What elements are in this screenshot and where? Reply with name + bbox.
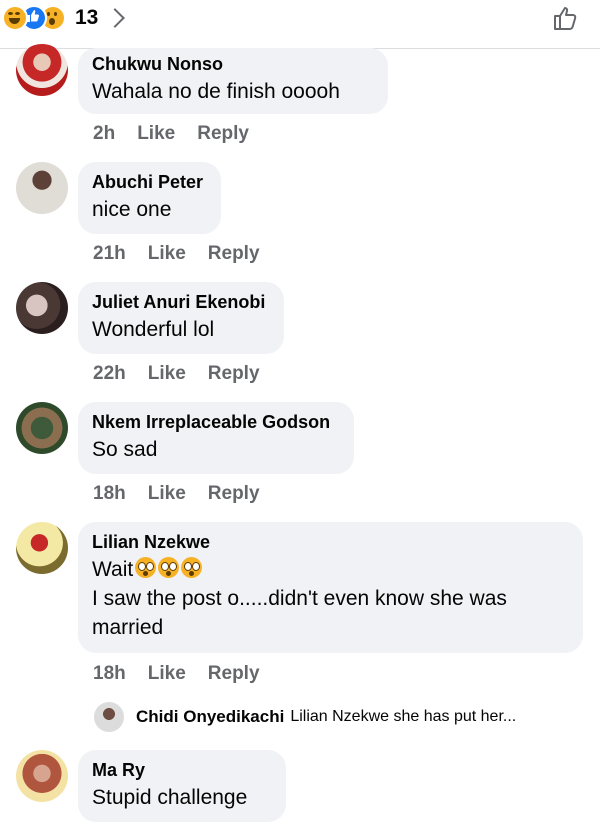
comment-text: Wait <box>92 555 567 584</box>
chevron-right-icon <box>105 8 126 28</box>
like-button[interactable]: Like <box>148 483 186 505</box>
comment-text: I saw the post o.....didn't even know sh… <box>92 587 507 639</box>
like-button[interactable]: Like <box>137 123 175 145</box>
comment-text: Wahala no de finish ooooh <box>92 80 340 103</box>
avatar[interactable] <box>16 750 68 802</box>
avatar[interactable] <box>16 522 68 574</box>
comment-bubble: Chukwu Nonso Wahala no de finish ooooh <box>78 48 388 114</box>
avatar[interactable] <box>16 162 68 214</box>
reply-author[interactable]: Chidi Onyedikachi <box>136 707 284 727</box>
comment-time[interactable]: 18h <box>93 483 126 505</box>
flushed-emoji-icon <box>135 557 157 578</box>
comment-bubble: Lilian Nzekwe Wait I saw the post o.....… <box>78 522 583 653</box>
haha-icon <box>2 5 28 31</box>
comment-actions: 21h Like Reply <box>93 243 260 265</box>
reply-button[interactable]: Reply <box>208 243 260 265</box>
comment-time[interactable]: 18h <box>93 663 126 685</box>
avatar[interactable] <box>16 44 68 96</box>
comment-actions: 18h Like Reply <box>93 483 260 505</box>
reply-button[interactable]: Reply <box>208 663 260 685</box>
reply-button[interactable]: Reply <box>208 483 260 505</box>
comment-bubble: Ma Ry Stupid challenge <box>78 750 286 822</box>
comment-text: Wonderful lol <box>92 318 215 341</box>
reply-button[interactable]: Reply <box>197 123 249 145</box>
avatar[interactable] <box>16 282 68 334</box>
reply-button[interactable]: Reply <box>208 363 260 385</box>
comment-actions: 18h Like Reply <box>93 663 260 685</box>
reaction-summary[interactable]: 13 <box>2 5 126 31</box>
reply-text: Lilian Nzekwe she has put her... <box>290 708 517 725</box>
reply-preview[interactable]: Chidi Onyedikachi Lilian Nzekwe she has … <box>94 702 594 732</box>
comment-bubble: Abuchi Peter nice one <box>78 162 221 234</box>
flushed-emoji-icon <box>181 557 203 578</box>
reactions-bar: 13 <box>0 0 600 49</box>
comment-time[interactable]: 21h <box>93 243 126 265</box>
comment-author[interactable]: Ma Ry <box>92 759 270 781</box>
comment-author[interactable]: Lilian Nzekwe <box>92 531 567 553</box>
comment-author[interactable]: Abuchi Peter <box>92 171 205 193</box>
comment-author[interactable]: Nkem Irreplaceable Godson <box>92 411 338 433</box>
comment-text: nice one <box>92 198 172 221</box>
comment-author[interactable]: Juliet Anuri Ekenobi <box>92 291 268 313</box>
like-button[interactable]: Like <box>148 663 186 685</box>
reaction-count: 13 <box>75 6 99 29</box>
avatar <box>94 702 124 732</box>
flushed-emoji-icon <box>158 557 180 578</box>
comment-text-line: Wait <box>92 558 134 581</box>
comment-bubble: Nkem Irreplaceable Godson So sad <box>78 402 354 474</box>
comment-time[interactable]: 2h <box>93 123 115 145</box>
comment-text: So sad <box>92 438 158 461</box>
comment-actions: 2h Like Reply <box>93 123 249 145</box>
like-thumb-icon[interactable] <box>552 4 580 37</box>
avatar[interactable] <box>16 402 68 454</box>
comment-author[interactable]: Chukwu Nonso <box>92 53 372 75</box>
comment-actions: 22h Like Reply <box>93 363 260 385</box>
like-button[interactable]: Like <box>148 243 186 265</box>
comment-time[interactable]: 22h <box>93 363 126 385</box>
comment-text: Stupid challenge <box>92 786 248 809</box>
like-button[interactable]: Like <box>148 363 186 385</box>
comment-bubble: Juliet Anuri Ekenobi Wonderful lol <box>78 282 284 354</box>
